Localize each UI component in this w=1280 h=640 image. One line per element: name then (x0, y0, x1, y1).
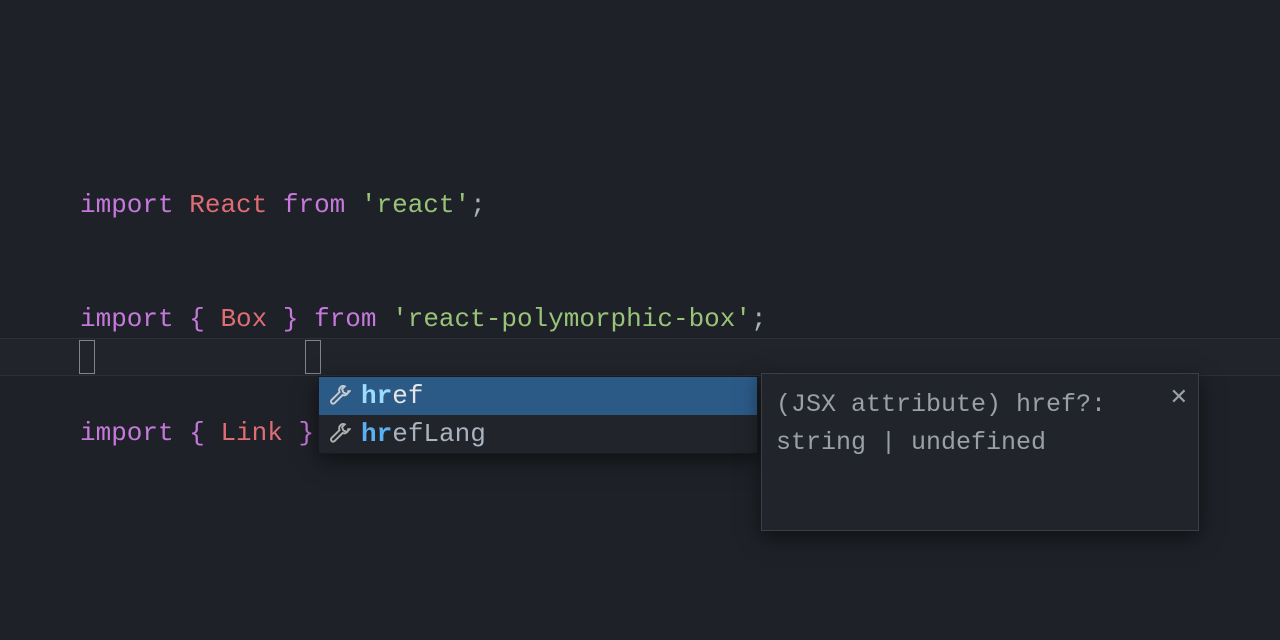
wrench-icon (329, 385, 351, 407)
close-icon[interactable]: ✕ (1170, 380, 1188, 418)
code-editor[interactable]: import React from 'react'; import { Box … (0, 0, 1280, 640)
autocomplete-item[interactable]: href (319, 377, 757, 415)
code-line: import { Box } from 'react-polymorphic-b… (80, 300, 1280, 338)
autocomplete-match: hr (361, 381, 392, 411)
tooltip-line: string | undefined (776, 424, 1184, 462)
autocomplete-match: hr (361, 419, 392, 449)
autocomplete-item[interactable]: hrefLang (319, 415, 757, 453)
type-hint-tooltip: ✕ (JSX attribute) href?: string | undefi… (761, 373, 1199, 531)
autocomplete-popup[interactable]: href hrefLang (318, 376, 758, 454)
autocomplete-rest: efLang (392, 419, 486, 449)
autocomplete-rest: ef (392, 381, 423, 411)
tooltip-line: (JSX attribute) href?: (776, 386, 1184, 424)
code-line: import React from 'react'; (80, 186, 1280, 224)
wrench-icon (329, 423, 351, 445)
code-line (80, 528, 1280, 566)
